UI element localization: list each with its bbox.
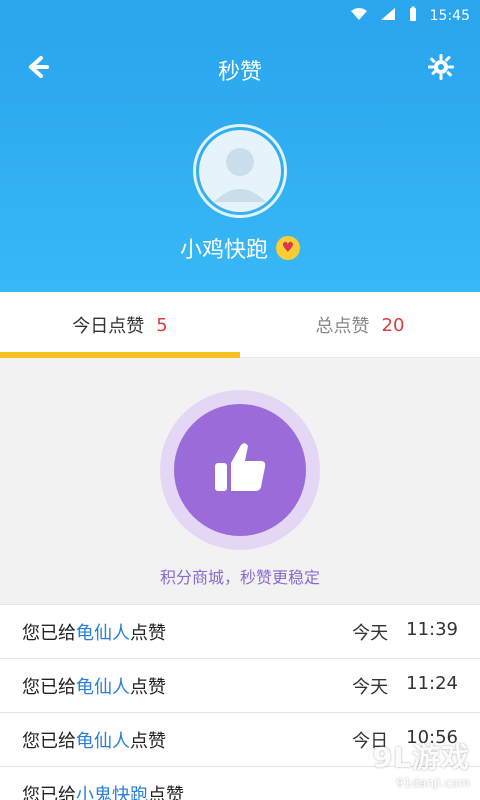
tab-today-likes[interactable]: 今日点赞 5 <box>0 292 240 358</box>
avatar-ring[interactable] <box>193 124 287 218</box>
list-item-prefix: 您已给 <box>22 730 76 752</box>
settings-button[interactable] <box>424 52 458 86</box>
gear-icon <box>426 52 456 86</box>
list-item-text: 您已给龟仙人点赞 <box>22 727 166 753</box>
list-item-timestamp: 今天 11:24 <box>352 673 458 699</box>
list-item-text: 您已给龟仙人点赞 <box>22 673 166 699</box>
like-tabs: 今日点赞 5 总点赞 20 <box>0 292 480 358</box>
signal-icon <box>380 7 396 25</box>
tab-total-count: 20 <box>381 314 405 336</box>
thumbs-up-icon <box>209 437 271 503</box>
list-item-suffix: 点赞 <box>130 730 166 752</box>
battery-icon <box>408 6 418 26</box>
list-item-name[interactable]: 龟仙人 <box>76 731 130 752</box>
list-item-name[interactable]: 小鬼快跑 <box>76 785 148 800</box>
watermark-sub: 91danji.com <box>396 776 470 790</box>
tab-total-likes[interactable]: 总点赞 20 <box>240 292 480 358</box>
list-item-name[interactable]: 龟仙人 <box>76 623 130 644</box>
list-item-suffix: 点赞 <box>148 784 184 800</box>
list-item-day: 今天 <box>352 622 389 644</box>
list-item-prefix: 您已给 <box>22 676 76 698</box>
list-item-timestamp: 今天 11:39 <box>352 619 458 645</box>
list-item-suffix: 点赞 <box>130 676 166 698</box>
list-item-day: 今天 <box>352 676 389 698</box>
list-item-name[interactable]: 龟仙人 <box>76 677 130 698</box>
list-item[interactable]: 您已给龟仙人点赞 今天 11:39 <box>0 604 480 658</box>
tab-today-label: 今日点赞 <box>72 316 145 337</box>
watermark-main: 9L游戏 <box>372 741 470 774</box>
status-icons: 15:45 <box>350 6 470 26</box>
status-time: 15:45 <box>429 8 470 24</box>
tab-today-count: 5 <box>156 314 168 336</box>
like-caption[interactable]: 积分商城，秒赞更稳定 <box>0 564 480 588</box>
list-item-text: 您已给小鬼快跑点赞 <box>22 781 184 800</box>
like-button[interactable] <box>174 404 306 536</box>
wifi-icon <box>350 7 368 25</box>
like-button-halo <box>160 390 320 550</box>
avatar[interactable] <box>199 130 281 212</box>
watermark: 9L游戏 91danji.com <box>373 736 470 790</box>
profile-header: 秒赞 小鸡快跑 ♥ <box>0 32 480 292</box>
status-bar: 15:45 <box>0 0 480 32</box>
username: 小鸡快跑 <box>179 238 268 263</box>
list-item-text: 您已给龟仙人点赞 <box>22 619 166 645</box>
tab-total-label: 总点赞 <box>315 316 370 337</box>
page-title: 秒赞 <box>217 60 262 85</box>
list-item-prefix: 您已给 <box>22 784 76 800</box>
list-item-prefix: 您已给 <box>22 622 76 644</box>
username-row: 小鸡快跑 ♥ <box>0 232 480 264</box>
list-item-time: 11:39 <box>406 618 458 640</box>
list-item-time: 11:24 <box>406 672 458 694</box>
list-item[interactable]: 您已给龟仙人点赞 今天 11:24 <box>0 658 480 712</box>
list-item-suffix: 点赞 <box>130 622 166 644</box>
user-silhouette-icon <box>214 148 266 202</box>
tab-active-indicator <box>0 352 240 358</box>
heart-eyes-emoji-icon: ♥ <box>276 236 300 260</box>
